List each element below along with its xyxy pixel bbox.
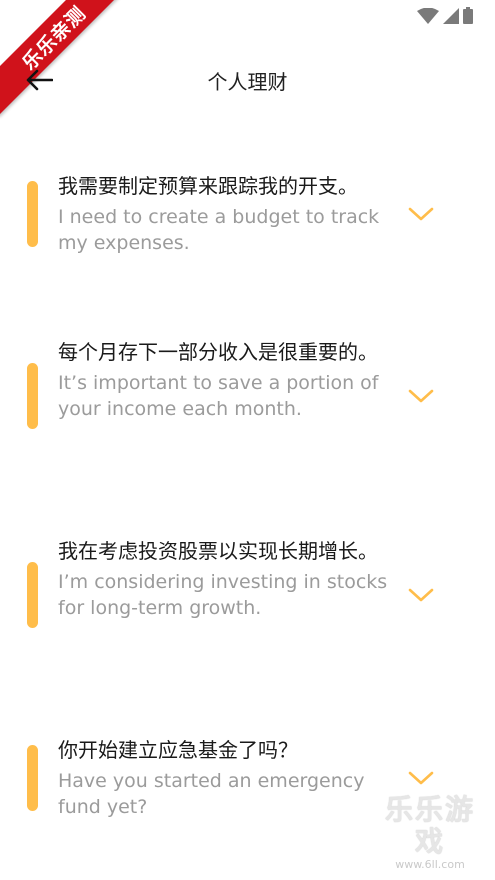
phrase-text: 我在考虑投资股票以实现长期增长。 I’m considering investi…	[58, 535, 388, 621]
phrase-chinese: 我在考虑投资股票以实现长期增长。	[58, 539, 378, 563]
accent-bar	[27, 745, 38, 811]
app-bar: 个人理财	[0, 55, 495, 103]
phrase-text: 每个月存下一部分收入是很重要的。 It’s important to save …	[58, 336, 388, 422]
chevron-down-icon[interactable]	[408, 206, 434, 222]
phrase-english: I need to create a budget to track my ex…	[58, 206, 380, 254]
accent-bar	[27, 363, 38, 429]
battery-icon	[463, 7, 473, 24]
phrase-english: It’s important to save a portion of your…	[58, 372, 379, 420]
chevron-down-icon[interactable]	[408, 388, 434, 404]
accent-bar	[27, 562, 38, 628]
accent-bar	[27, 181, 38, 247]
signal-icon	[443, 7, 459, 24]
phrase-chinese: 你开始建立应急基金了吗？	[58, 738, 298, 762]
phrase-text: 你开始建立应急基金了吗？ Have you started an emergen…	[58, 734, 388, 820]
page-title: 个人理财	[207, 70, 288, 94]
watermark-title: 乐乐游戏	[384, 793, 475, 858]
chevron-down-icon[interactable]	[408, 587, 434, 603]
watermark: 乐乐游戏 www.6ll.com	[371, 794, 489, 872]
phrase-english: I’m considering investing in stocks for …	[58, 571, 388, 619]
watermark-url: www.6ll.com	[395, 858, 465, 871]
wifi-icon	[417, 7, 439, 24]
chevron-down-icon[interactable]	[408, 770, 434, 786]
status-icons	[417, 7, 473, 24]
phrase-chinese: 我需要制定预算来跟踪我的开支。	[58, 174, 358, 198]
phrase-chinese: 每个月存下一部分收入是很重要的。	[58, 340, 378, 364]
phrase-english: Have you started an emergency fund yet?	[58, 770, 365, 818]
phrase-text: 我需要制定预算来跟踪我的开支。 I need to create a budge…	[58, 170, 388, 256]
